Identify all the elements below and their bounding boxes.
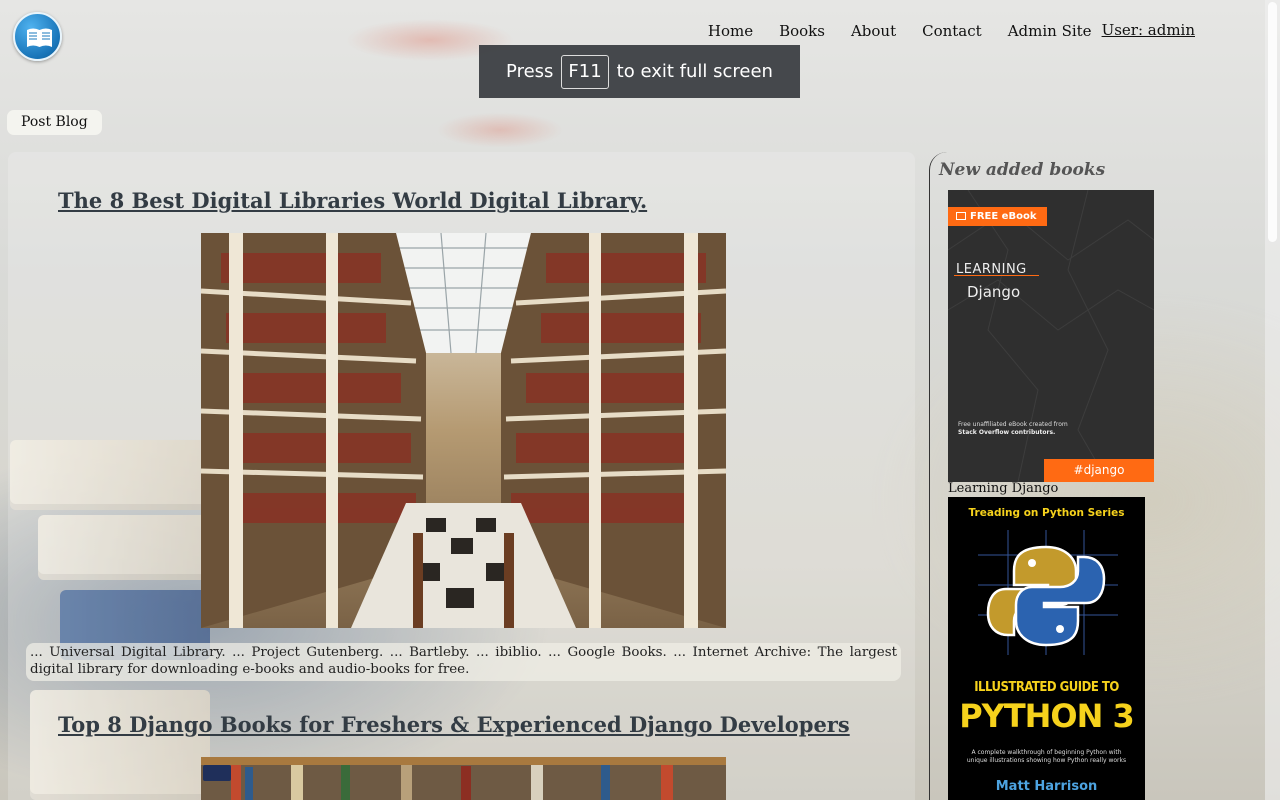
book-cover-python-3[interactable]: Treading on Python Series ILLUSTRATED GU… (948, 497, 1145, 800)
free-ebook-badge: FREE eBook (948, 207, 1047, 226)
python-logo-icon (978, 530, 1118, 655)
nav-admin-site-link[interactable]: Admin Site (1008, 22, 1092, 40)
cover-series: Treading on Python Series (968, 507, 1125, 519)
sidebar-title: New added books (939, 160, 1106, 180)
fullscreen-exit-toast: Press F11 to exit full screen (479, 45, 800, 98)
nav-home-link[interactable]: Home (708, 22, 753, 40)
nav-contact-link[interactable]: Contact (922, 22, 982, 40)
cover-title-2: Django (967, 283, 1021, 301)
post-title-link[interactable]: The 8 Best Digital Libraries World Digit… (58, 188, 647, 213)
book-icon (956, 212, 966, 220)
post-excerpt: ... Universal Digital Library. ... Proje… (26, 643, 901, 681)
toast-suffix: to exit full screen (616, 61, 773, 82)
badge-label: FREE eBook (970, 211, 1037, 222)
cover-note-2: Stack Overflow contributors. (958, 429, 1056, 436)
cover-title-1: LEARNING (956, 262, 1027, 277)
toast-key: F11 (561, 54, 609, 89)
site-logo[interactable] (13, 12, 62, 61)
cover-sub-2: unique illustrations showing how Python … (966, 757, 1127, 764)
cover-sub-1: A complete walkthrough of beginning Pyth… (971, 749, 1122, 756)
post-image-library (201, 233, 726, 628)
top-nav: Home Books About Contact Admin Site User… (682, 21, 1195, 40)
nav-books-link[interactable]: Books (779, 22, 825, 40)
user-account-link[interactable]: User: admin (1102, 21, 1195, 39)
nav-about-link[interactable]: About (851, 22, 896, 40)
book-cover-learning-django[interactable]: FREE eBook LEARNING Django Free unaffili… (948, 190, 1154, 482)
scrollbar-thumb[interactable] (1268, 2, 1277, 242)
post-title-link[interactable]: Top 8 Django Books for Freshers & Experi… (58, 712, 850, 737)
cover-title-1: ILLUSTRATED GUIDE TO (974, 680, 1119, 695)
book-caption[interactable]: Learning Django (948, 481, 1058, 496)
toast-prefix: Press (506, 61, 554, 82)
post-image-django-books (201, 757, 726, 800)
django-tag: #django (1044, 459, 1154, 482)
cover-note-1: Free unaffiliated eBook created from (958, 421, 1068, 428)
page-scrollbar[interactable] (1265, 0, 1280, 800)
post-blog-button[interactable]: Post Blog (7, 110, 102, 135)
cover-author: Matt Harrison (995, 779, 1098, 794)
open-book-icon (27, 28, 52, 47)
cover-title-2: PYTHON 3 (959, 697, 1135, 735)
